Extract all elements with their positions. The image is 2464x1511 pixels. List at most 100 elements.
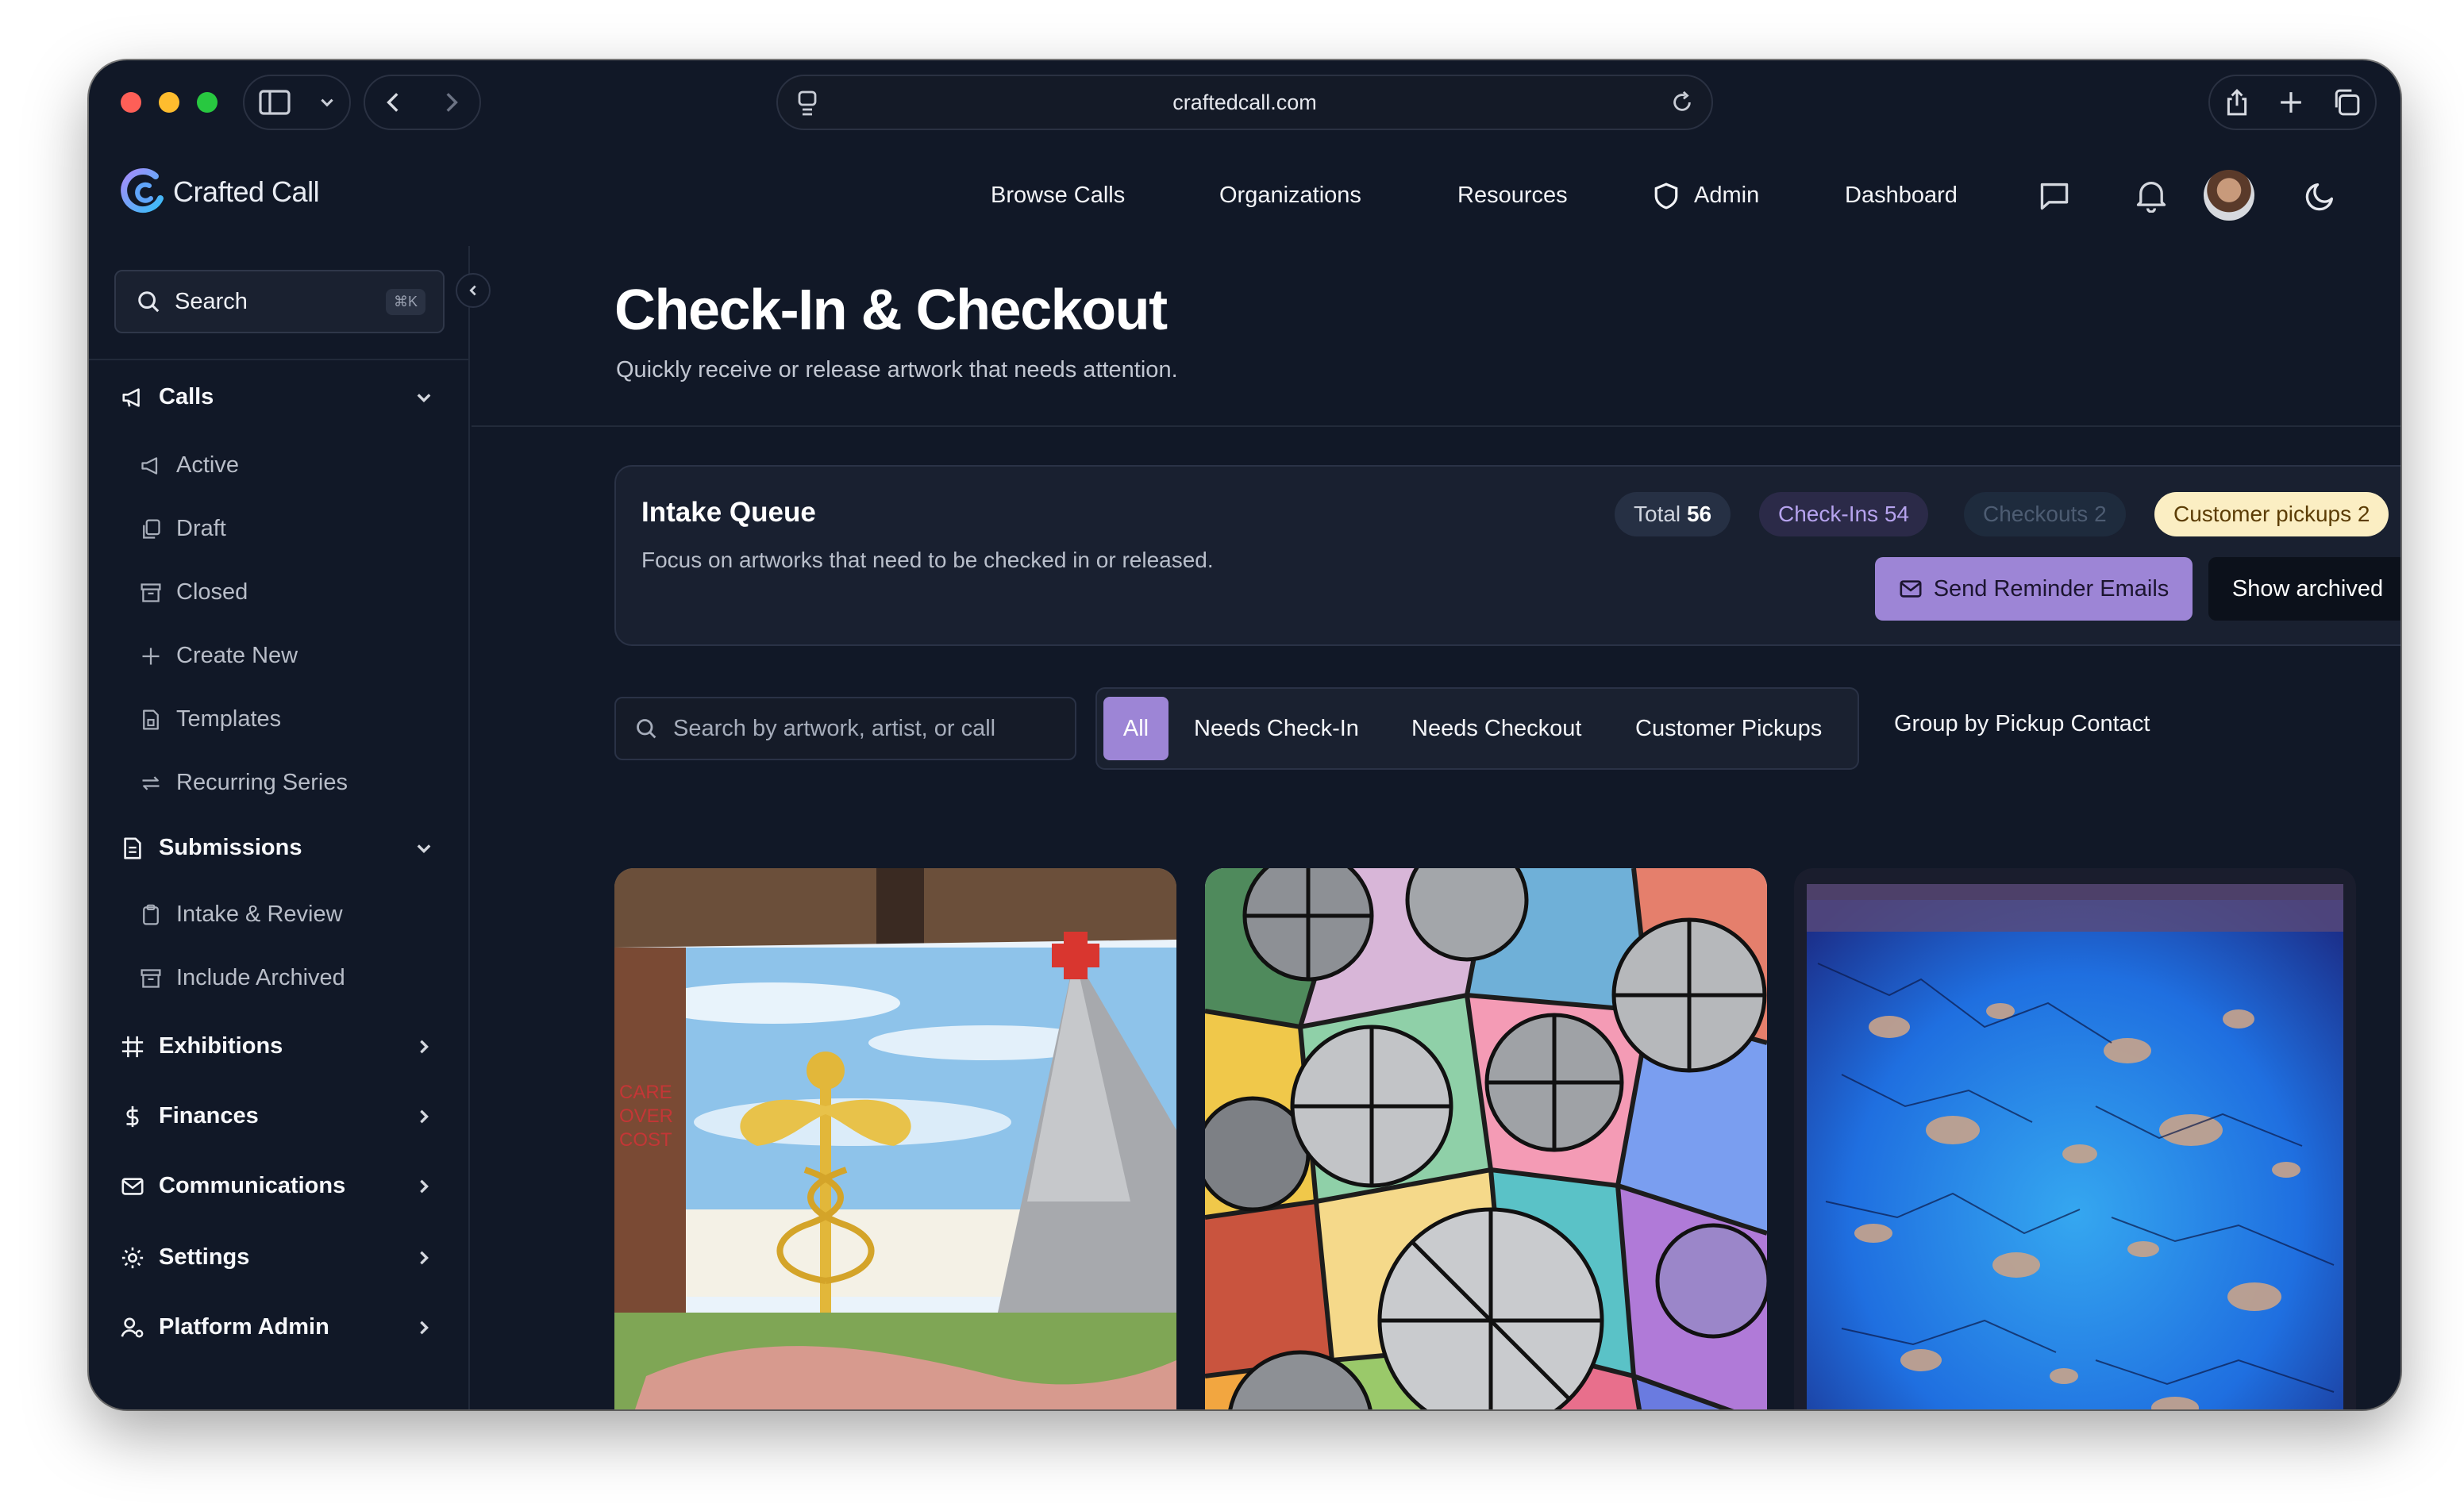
tab-needs-check-in[interactable]: Needs Check-In <box>1194 697 1359 760</box>
intake-queue-subtitle: Focus on artworks that need to be checke… <box>641 548 1214 572</box>
sidebar-group-settings[interactable]: Settings <box>121 1244 454 1271</box>
file-icon <box>143 709 159 730</box>
svg-text:CARE: CARE <box>619 1082 672 1103</box>
header-divider <box>472 425 2400 427</box>
new-tab-icon[interactable] <box>2279 90 2303 114</box>
check-ins-badge: Check-Ins 54 <box>1759 492 1928 536</box>
close-window-button[interactable] <box>121 92 141 113</box>
nav-organizations[interactable]: Organizations <box>1219 183 1361 209</box>
sidebar-group-label: Calls <box>159 384 214 409</box>
total-badge-value: 56 <box>1686 502 1712 526</box>
moon-icon[interactable] <box>2305 179 2337 211</box>
filter-tabs: All Needs Check-In Needs Checkout Custom… <box>1095 687 1859 770</box>
sidebar-group-label: Platform Admin <box>159 1314 329 1340</box>
share-icon[interactable] <box>2225 89 2249 116</box>
sidebar-item-active[interactable]: Active <box>140 452 239 479</box>
sidebar-item-intake-review[interactable]: Intake & Review <box>140 902 343 928</box>
sidebar-item-label: Recurring Series <box>176 770 348 795</box>
sidebar-group-calls[interactable]: Calls <box>121 384 454 410</box>
sidebar-group-label: Finances <box>159 1103 259 1128</box>
url-text: craftedcall.com <box>1172 90 1317 114</box>
tab-customer-pickups[interactable]: Customer Pickups <box>1635 697 1822 760</box>
sidebar-item-include-archived[interactable]: Include Archived <box>140 965 345 991</box>
nav-dashboard[interactable]: Dashboard <box>1845 183 1958 209</box>
chevron-right-icon <box>420 1179 429 1193</box>
back-arrow-icon[interactable] <box>384 90 403 114</box>
sidebar-group-finances[interactable]: Finances <box>121 1103 454 1129</box>
sidebar-item-draft[interactable]: Draft <box>140 516 226 542</box>
user-avatar[interactable] <box>2204 170 2254 221</box>
sidebar-item-templates[interactable]: Templates <box>140 706 281 732</box>
checkouts-badge: Checkouts 2 <box>1964 492 2126 536</box>
sidebar-search-label: Search <box>175 288 248 314</box>
tab-all[interactable]: All <box>1103 697 1168 760</box>
address-bar[interactable]: craftedcall.com <box>776 75 1713 130</box>
sidebar-group-label: Submissions <box>159 835 302 860</box>
sidebar-group-label: Communications <box>159 1173 346 1198</box>
artwork-image: CARE OVER COST <box>614 868 1176 1409</box>
plus-icon <box>142 648 160 664</box>
show-archived-button[interactable]: Show archived <box>2208 557 2400 621</box>
shield-icon <box>1654 183 1678 210</box>
group-by-pickup-contact-toggle[interactable]: Group by Pickup Contact <box>1894 711 2150 737</box>
page-subtitle: Quickly receive or release artwork that … <box>616 357 1178 383</box>
sidebar-item-label: Active <box>176 452 239 478</box>
sidebar-group-communications[interactable]: Communications <box>121 1173 454 1199</box>
mail-icon <box>121 1177 144 1195</box>
app-header: Crafted Call Browse Calls Organizations … <box>89 143 2400 246</box>
crafted-call-logo-icon <box>121 168 164 213</box>
sidebar-search[interactable]: Search ⌘K <box>114 270 445 333</box>
forward-arrow-icon[interactable] <box>441 90 460 114</box>
sidebar-group-exhibitions[interactable]: Exhibitions <box>121 1033 454 1059</box>
message-icon[interactable] <box>2039 181 2070 211</box>
chevron-right-icon <box>420 1251 429 1264</box>
document-icon <box>124 837 141 859</box>
app-name: Crafted Call <box>173 175 320 208</box>
tab-needs-checkout[interactable]: Needs Checkout <box>1411 697 1581 760</box>
artwork-image <box>1205 868 1767 1409</box>
send-reminder-emails-button[interactable]: Send Reminder Emails <box>1875 557 2193 621</box>
search-icon <box>637 719 656 739</box>
svg-text:COST: COST <box>619 1129 672 1151</box>
sidebar-item-label: Include Archived <box>176 965 345 990</box>
sidebar-item-closed[interactable]: Closed <box>140 579 248 606</box>
sidebar-group-submissions[interactable]: Submissions <box>121 835 454 861</box>
artwork-card[interactable] <box>1205 868 1767 1409</box>
artwork-search-input[interactable]: Search by artwork, artist, or call <box>614 697 1076 760</box>
customer-pickups-badge: Customer pickups 2 <box>2154 492 2389 536</box>
tabs-overview-icon[interactable] <box>2333 89 2360 116</box>
app-logo[interactable]: Crafted Call <box>117 167 320 217</box>
archive-icon <box>141 968 161 988</box>
sidebar-group-platform-admin[interactable]: Platform Admin <box>121 1314 454 1340</box>
artwork-search-placeholder: Search by artwork, artist, or call <box>673 715 996 741</box>
chevron-down-icon <box>417 393 431 402</box>
intake-queue-panel: Intake Queue Focus on artworks that need… <box>614 465 2400 646</box>
sidebar-toggle-button[interactable] <box>243 75 351 130</box>
artwork-card[interactable]: CARE OVER COST <box>614 868 1176 1409</box>
sidebar-divider <box>89 359 470 360</box>
dollar-icon <box>126 1105 139 1127</box>
megaphone-icon <box>141 456 158 475</box>
sidebar-item-create-new[interactable]: Create New <box>140 643 298 669</box>
artwork-card[interactable] <box>1794 868 2356 1409</box>
nav-browse-calls[interactable]: Browse Calls <box>991 183 1125 209</box>
total-badge: Total 56 <box>1615 492 1731 536</box>
sidebar-group-label: Settings <box>159 1244 250 1270</box>
mail-icon <box>1900 580 1922 598</box>
site-settings-icon[interactable] <box>795 90 819 116</box>
zoom-window-button[interactable] <box>197 92 218 113</box>
browser-actions <box>2208 75 2377 130</box>
bell-icon[interactable] <box>2135 178 2167 213</box>
history-buttons <box>364 75 481 130</box>
nav-admin[interactable]: Admin <box>1694 183 1759 209</box>
main-content: Check-In & Checkout Quickly receive or r… <box>472 246 2400 1409</box>
sidebar-icon <box>258 90 291 115</box>
reload-icon[interactable] <box>1670 90 1694 114</box>
chevron-right-icon <box>420 1040 429 1053</box>
sidebar-item-recurring-series[interactable]: Recurring Series <box>140 770 348 796</box>
megaphone-icon <box>122 387 140 407</box>
hash-icon <box>121 1036 144 1057</box>
minimize-window-button[interactable] <box>159 92 179 113</box>
gear-icon <box>121 1247 144 1268</box>
nav-resources[interactable]: Resources <box>1457 183 1568 209</box>
